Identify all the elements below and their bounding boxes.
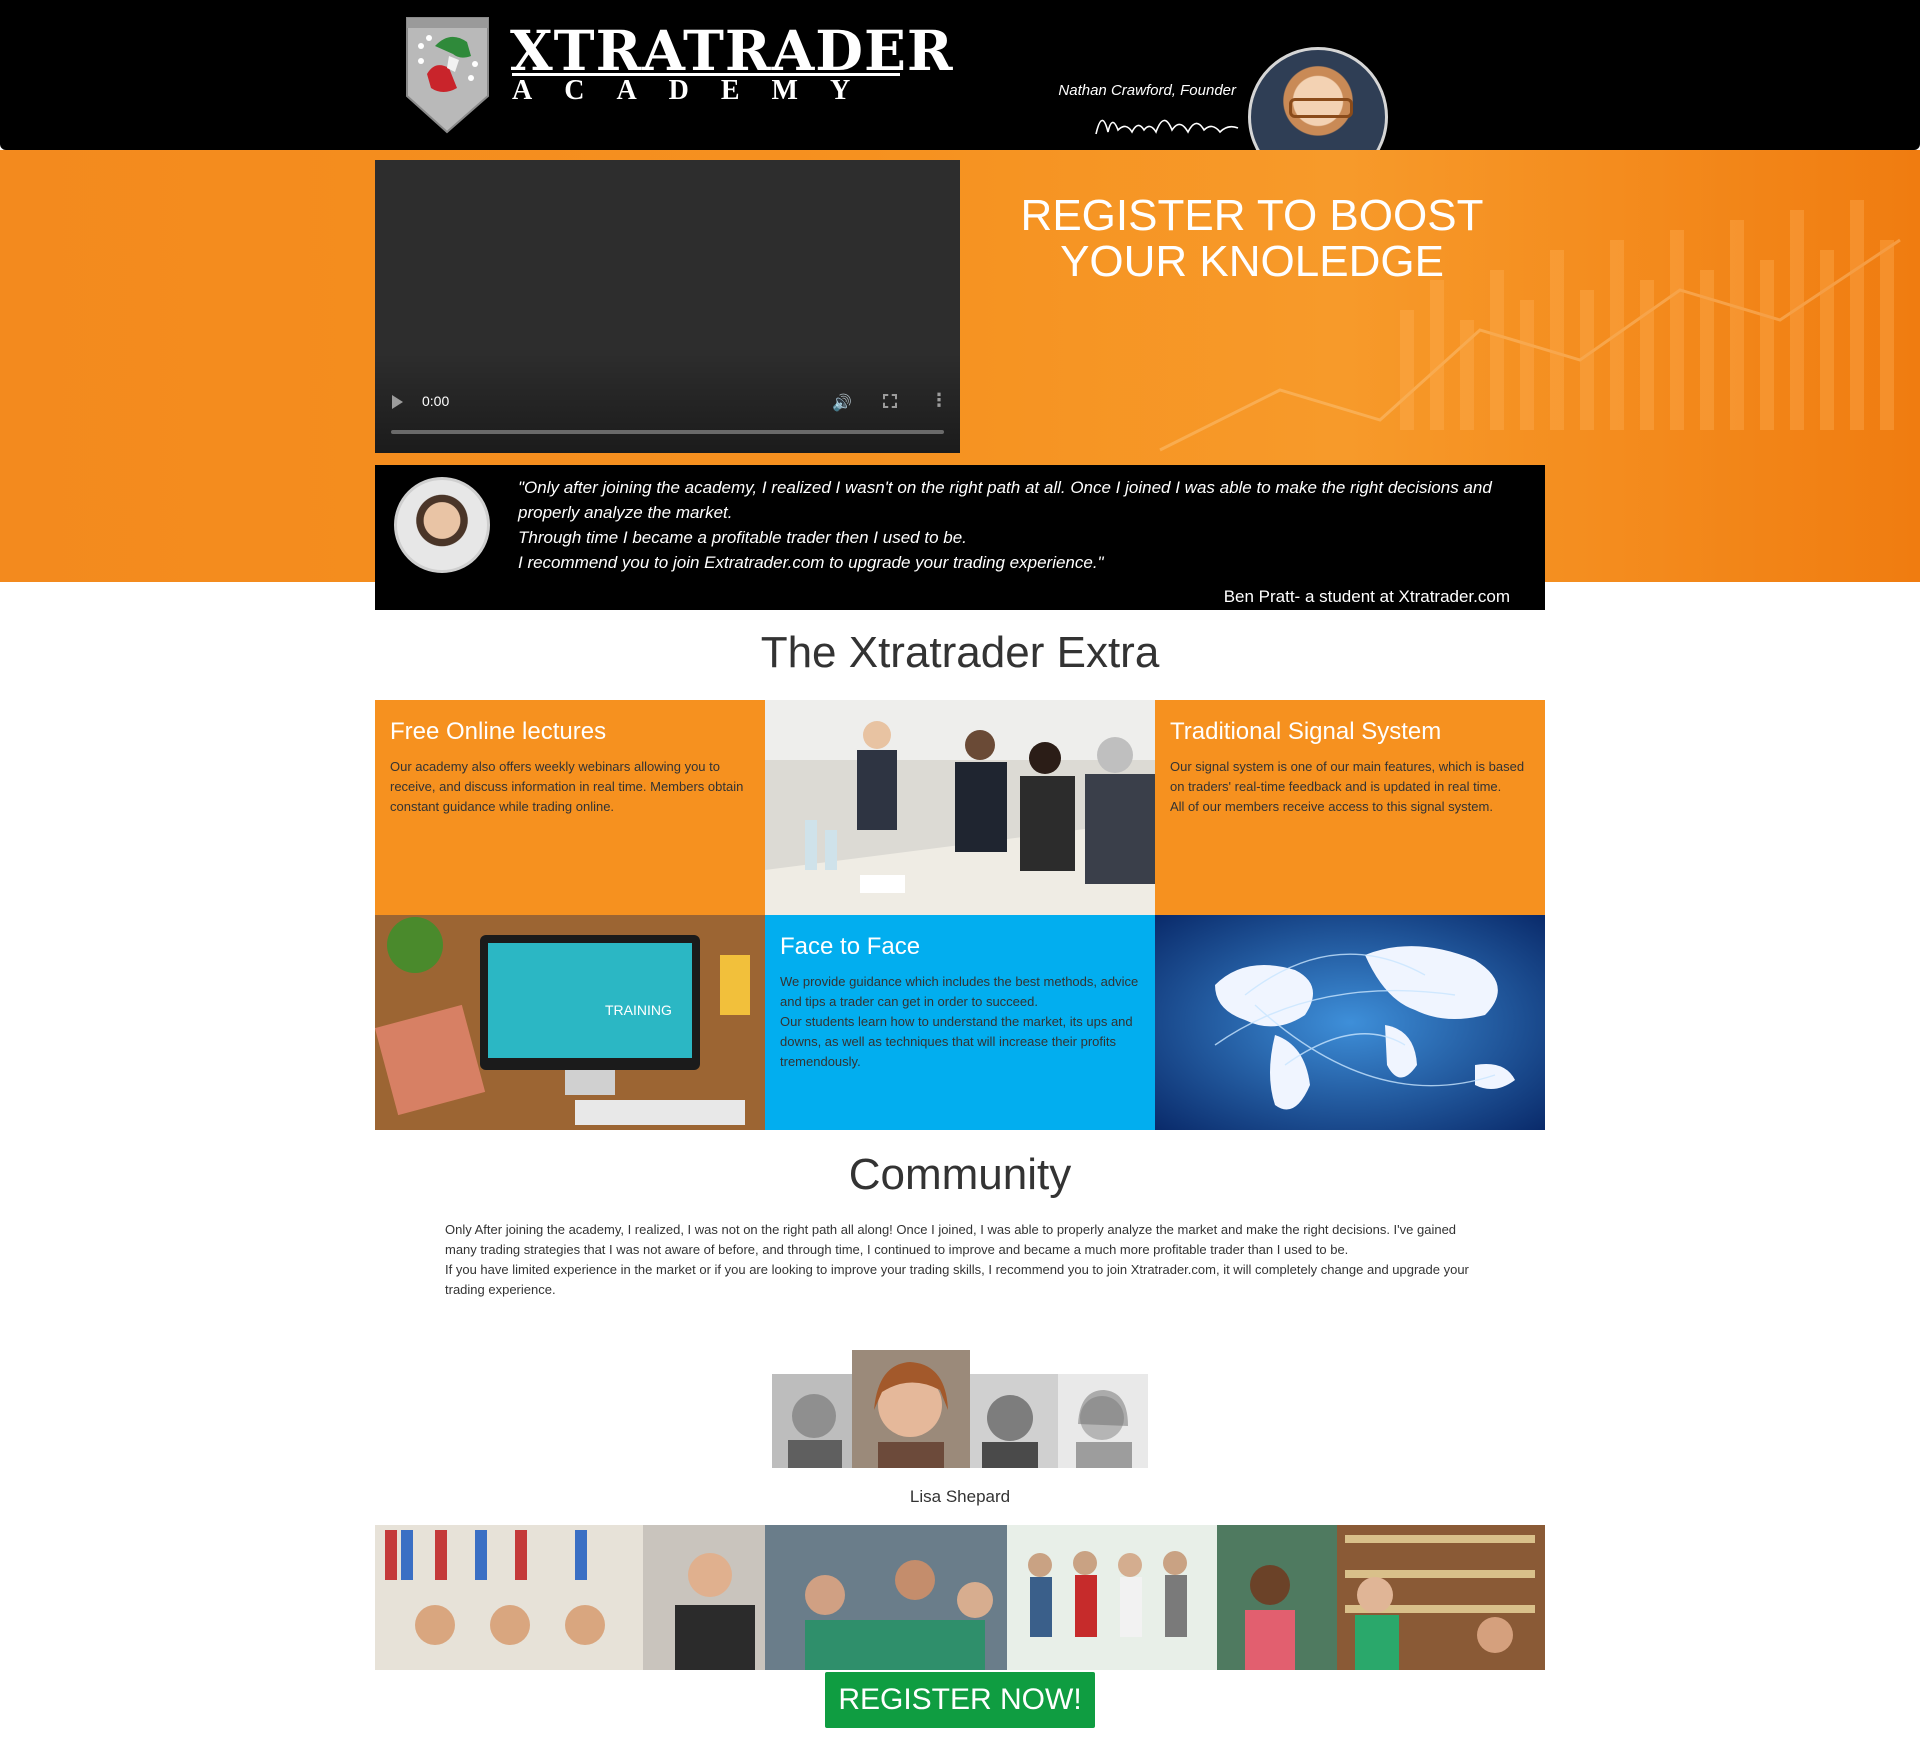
testimonial-line-3: I recommend you to join Extratrader.com …: [518, 553, 1104, 572]
testimonial-line-1: "Only after joining the academy, I reali…: [518, 478, 1492, 522]
feature-text-part2: Our students learn how to understand the…: [780, 1014, 1133, 1069]
volume-icon[interactable]: 🔊: [832, 393, 852, 413]
glasses-icon: [1289, 98, 1353, 118]
member-photo-1[interactable]: [772, 1374, 852, 1468]
fullscreen-icon[interactable]: [883, 394, 897, 408]
founder-name: Nathan Crawford, Founder: [1058, 82, 1236, 99]
feature-title: Face to Face: [780, 933, 921, 960]
hero-title-line1: REGISTER TO BOOST: [1020, 191, 1484, 240]
student-testimonial: "Only after joining the academy, I reali…: [375, 465, 1545, 610]
world-map-photo: [1155, 915, 1545, 1130]
testimonial-quote: "Only after joining the academy, I reali…: [518, 475, 1518, 575]
online-training-photo: TRAINING: [375, 915, 765, 1130]
feature-title: Free Online lectures: [390, 718, 607, 745]
member-photo-3[interactable]: [970, 1374, 1058, 1468]
feature-text: We provide guidance which includes the b…: [780, 972, 1140, 1072]
training-desk-illustration: TRAINING: [375, 915, 765, 1130]
selected-member-name: Lisa Shepard: [909, 1487, 1011, 1506]
feature-text-part1: We provide guidance which includes the b…: [780, 974, 1139, 1009]
business-meeting-photo: [765, 700, 1155, 915]
feature-text: Our academy also offers weekly webinars …: [390, 759, 744, 814]
site-header: XTRATRADER ACADEMY Nathan Crawford, Foun…: [0, 0, 1920, 187]
student-avatar: [394, 477, 490, 573]
video-progress-bar[interactable]: [391, 430, 944, 434]
community-paragraph-1: Only After joining the academy, I realiz…: [445, 1222, 1457, 1257]
more-vertical-icon[interactable]: ⋮: [930, 390, 948, 411]
meeting-illustration: [765, 700, 1155, 915]
brand-subtitle: ACADEMY: [512, 75, 883, 106]
member-photo-4[interactable]: [1058, 1374, 1148, 1468]
video-controls-shade: [375, 353, 960, 453]
feature-free-online-lectures: Free Online lectures Our academy also of…: [375, 700, 765, 915]
feature-text-part1: Our signal system is one of our main fea…: [1170, 759, 1525, 794]
hero-title: REGISTER TO BOOST YOUR KNOLEDGE: [960, 193, 1544, 285]
students-photo-strip: [375, 1525, 1545, 1670]
register-now-button[interactable]: REGISTER NOW!: [825, 1672, 1095, 1728]
globe-network-illustration: [1155, 915, 1545, 1130]
students-collage: [375, 1525, 1545, 1670]
intro-video-player[interactable]: 0:00 🔊 ⋮: [375, 160, 960, 453]
founder-signature: [1095, 119, 1239, 135]
testimonial-author: Ben Pratt- a student at Xtratrader.com: [1223, 587, 1510, 606]
feature-text: Our signal system is one of our main fea…: [1170, 757, 1530, 817]
svg-text:TRAINING: TRAINING: [605, 1002, 672, 1018]
extra-section-title: The Xtratrader Extra: [760, 628, 1160, 677]
hero-title-line2: YOUR KNOLEDGE: [1060, 237, 1444, 286]
feature-text-part2: All of our members receive access to thi…: [1170, 799, 1493, 814]
features-grid: Free Online lectures Our academy also of…: [375, 700, 1545, 1130]
video-time: 0:00: [422, 393, 450, 409]
member-photo-lisa-shepard[interactable]: [852, 1350, 970, 1468]
community-section-title: Community: [848, 1150, 1072, 1199]
feature-face-to-face: Face to Face We provide guidance which i…: [765, 915, 1155, 1130]
testimonial-line-2: Through time I became a profitable trade…: [518, 528, 967, 547]
play-icon[interactable]: [392, 395, 403, 409]
academy-shield-logo-icon[interactable]: [405, 16, 490, 134]
community-testimonial: Only After joining the academy, I realiz…: [445, 1220, 1475, 1300]
feature-title: Traditional Signal System: [1170, 718, 1442, 745]
community-member-selector: [772, 1350, 1148, 1468]
community-paragraph-2: If you have limited experience in the ma…: [445, 1262, 1469, 1297]
feature-traditional-signal-system: Traditional Signal System Our signal sys…: [1155, 700, 1545, 915]
